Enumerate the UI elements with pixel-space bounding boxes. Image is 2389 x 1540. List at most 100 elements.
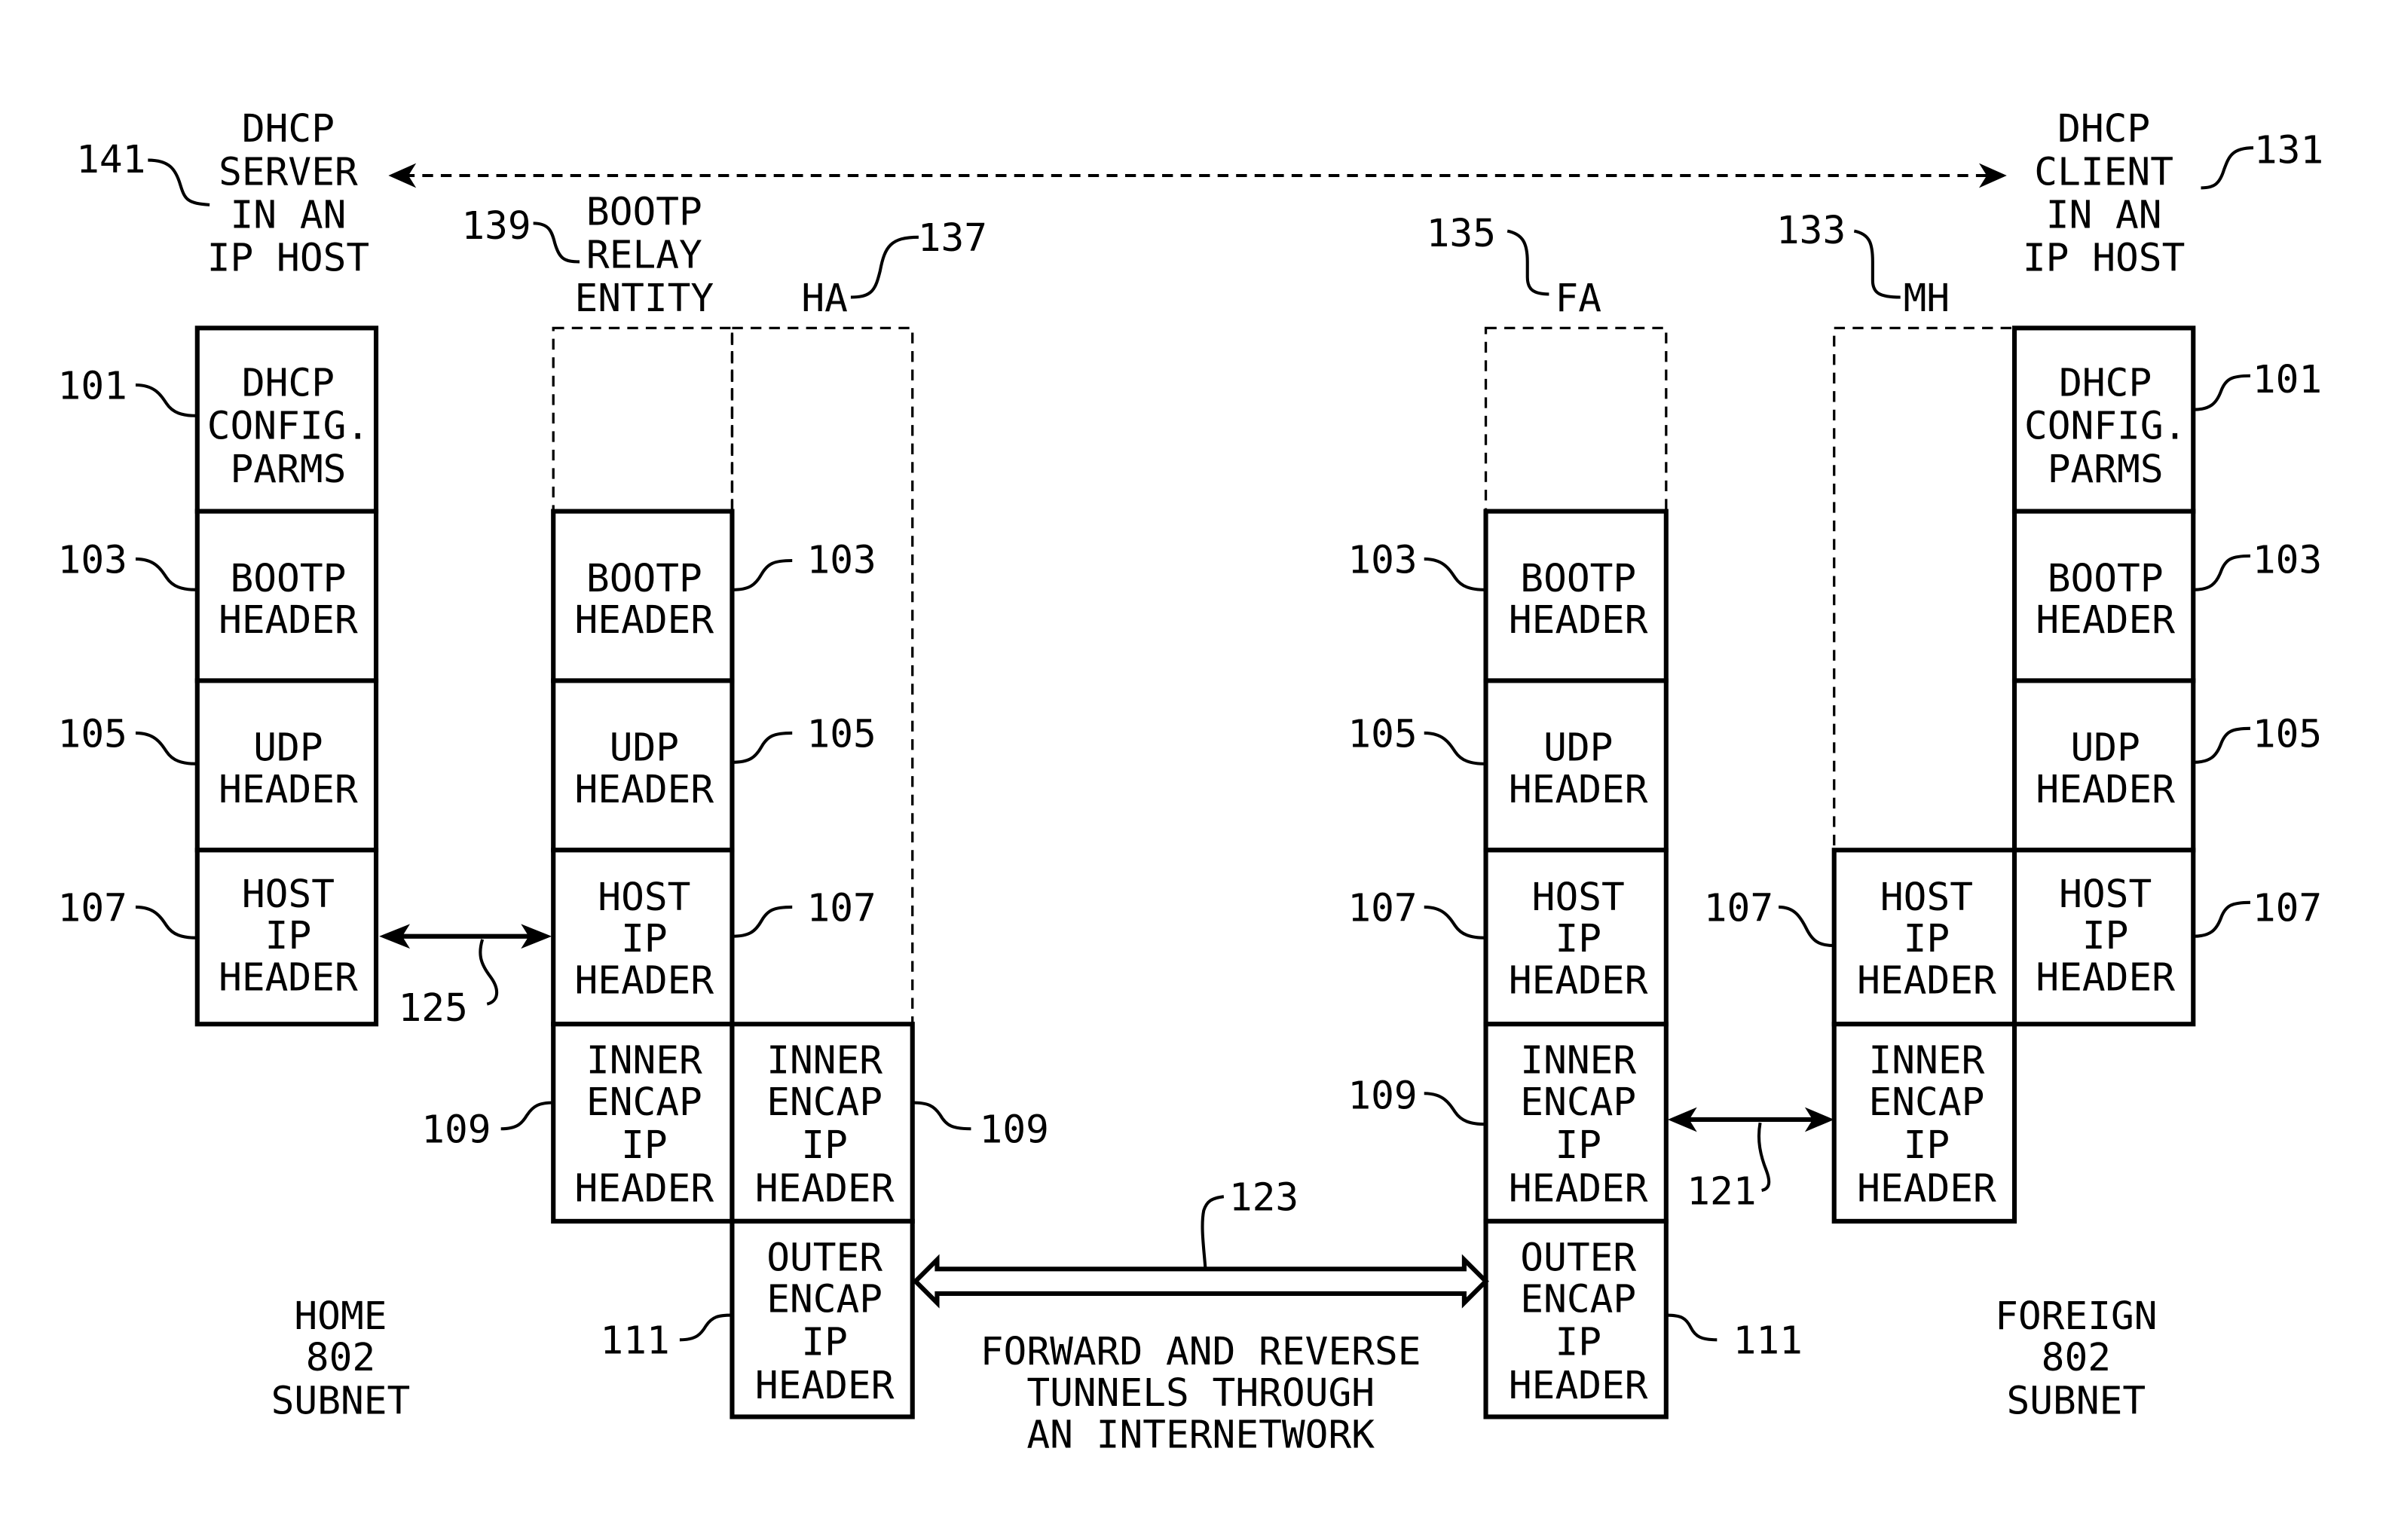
block-text: HEADER (2036, 955, 2175, 1000)
fa-empty-region (1484, 326, 1668, 513)
ref-label: 109 (1347, 1074, 1417, 1119)
ref-label: 105 (806, 712, 876, 756)
block-text: BOOTP (2048, 557, 2164, 601)
relay-title: BOOTP RELAY ENTITY 139 (461, 190, 714, 320)
ref-label: 107 (1704, 886, 1773, 930)
fa-mh-link: 121 (1667, 1107, 1834, 1214)
subnet-text: SUBNET (271, 1379, 411, 1423)
block-text: UDP (610, 726, 679, 771)
block-text: IP (1555, 1321, 1601, 1365)
block-text: HOST (598, 875, 690, 920)
server-leader (148, 158, 210, 206)
ref-label: 105 (2253, 712, 2322, 756)
home-subnet-label: HOME 802 SUBNET (271, 1294, 411, 1423)
block-text: HEADER (219, 955, 358, 1000)
leader-line (135, 557, 197, 591)
block-text: HOST (2059, 872, 2152, 917)
relay-title-line: ENTITY (575, 277, 714, 321)
leader-line (2193, 900, 2250, 938)
tunnel-caption-line: TUNNELS THROUGH (1026, 1371, 1375, 1416)
block-text: HEADER (2036, 598, 2175, 643)
block-text: ENCAP (1520, 1080, 1636, 1125)
block-text: HOST (242, 872, 335, 917)
tunnel-caption-line: FORWARD AND REVERSE (980, 1330, 1421, 1374)
block-text: UDP (1543, 726, 1613, 771)
block-text: ENCAP (1869, 1080, 1985, 1125)
leader-line (2193, 726, 2250, 764)
fa-ref: 135 (1427, 212, 1496, 256)
block-text: IP (801, 1123, 848, 1168)
block-text: HEADER (1857, 958, 1996, 1003)
relay-empty-region (552, 326, 734, 513)
client-title-line: DHCP (2057, 107, 2150, 151)
block-text: HEADER (575, 768, 714, 812)
block-text: HEADER (219, 768, 358, 812)
subnet-text: 802 (306, 1336, 375, 1380)
link-ref: 123 (1229, 1176, 1299, 1221)
leader-line (1424, 557, 1486, 591)
block-text: DHCP (242, 361, 335, 405)
block-text: UDP (2071, 726, 2140, 771)
ha-label: HA (801, 277, 848, 321)
mh-stack: HOST IP HEADER INNER ENCAP IP HEADER 107 (1704, 848, 2017, 1224)
tunnel-link: 123 FORWARD AND REVERSE TUNNELS THROUGH … (912, 1176, 1489, 1457)
block-text: IP (621, 1123, 668, 1168)
block-text: BOOTP (230, 557, 346, 601)
block-text: HEADER (575, 598, 714, 643)
leader-line (732, 905, 793, 938)
block-text: ENCAP (766, 1278, 882, 1322)
relay-title-line: BOOTP (586, 190, 702, 234)
block-text: INNER (1869, 1039, 1985, 1083)
block-text: ENCAP (1520, 1278, 1636, 1322)
subnet-text: 802 (2042, 1336, 2111, 1380)
mh-leader (1853, 229, 1901, 299)
ref-label: 111 (1733, 1319, 1803, 1364)
server-title: DHCP SERVER IN AN IP HOST 141 (76, 107, 369, 281)
block-text: HOST (1532, 875, 1625, 920)
leader-line (135, 383, 197, 417)
mh-title: MH 133 (1776, 209, 1950, 321)
block-text: HEADER (755, 1166, 895, 1211)
link-ref: 121 (1687, 1169, 1756, 1214)
leader-line (732, 558, 793, 591)
ref-label: 105 (58, 712, 127, 756)
server-title-line: IP HOST (207, 237, 369, 281)
ha-leader (850, 235, 919, 299)
block-text: INNER (1520, 1039, 1636, 1083)
block-text: HEADER (1509, 768, 1648, 812)
client-stack: DHCP CONFIG. PARMS BOOTP HEADER UDP HEAD… (2011, 325, 2322, 1027)
relay-leader (533, 222, 580, 264)
server-relay-link: 125 (379, 924, 552, 1031)
ref-label: 103 (806, 538, 876, 582)
block-text: UDP (253, 726, 323, 771)
block-text: ENCAP (586, 1080, 702, 1125)
block-text: HOST (1880, 875, 1973, 920)
block-text: IP (1555, 917, 1601, 961)
block-text: HEADER (1509, 958, 1648, 1003)
block-text: INNER (586, 1039, 702, 1083)
block-text: HEADER (219, 598, 358, 643)
ha-ref: 137 (918, 216, 987, 261)
subnet-text: FOREIGN (1995, 1294, 2157, 1339)
leader-line (2193, 554, 2250, 591)
leader-line (1666, 1313, 1718, 1342)
leader-line (1424, 1092, 1486, 1126)
client-leader (2201, 146, 2254, 190)
block-text: HEADER (755, 1364, 895, 1408)
block-text: PARMS (2048, 448, 2164, 492)
leader-line (1424, 905, 1486, 940)
block-text: DHCP (2059, 361, 2152, 405)
leader-line (1779, 905, 1834, 948)
fa-leader (1507, 229, 1549, 296)
fa-label: FA (1555, 277, 1601, 321)
server-stack: DHCP CONFIG. PARMS BOOTP HEADER UDP HEAD… (58, 325, 379, 1027)
dhcp-mobile-ip-diagram: DHCP SERVER IN AN IP HOST 141 DHCP CLIEN… (58, 107, 2324, 1457)
block-text: IP (2082, 914, 2129, 958)
leader-line (135, 905, 197, 940)
client-title-line: IN AN (2046, 194, 2162, 238)
block-text: BOOTP (1520, 557, 1636, 601)
leader-line (679, 1313, 733, 1342)
fa-title: FA 135 (1427, 212, 1601, 321)
ref-label: 107 (1347, 886, 1417, 930)
mh-empty-region (1833, 326, 2016, 851)
